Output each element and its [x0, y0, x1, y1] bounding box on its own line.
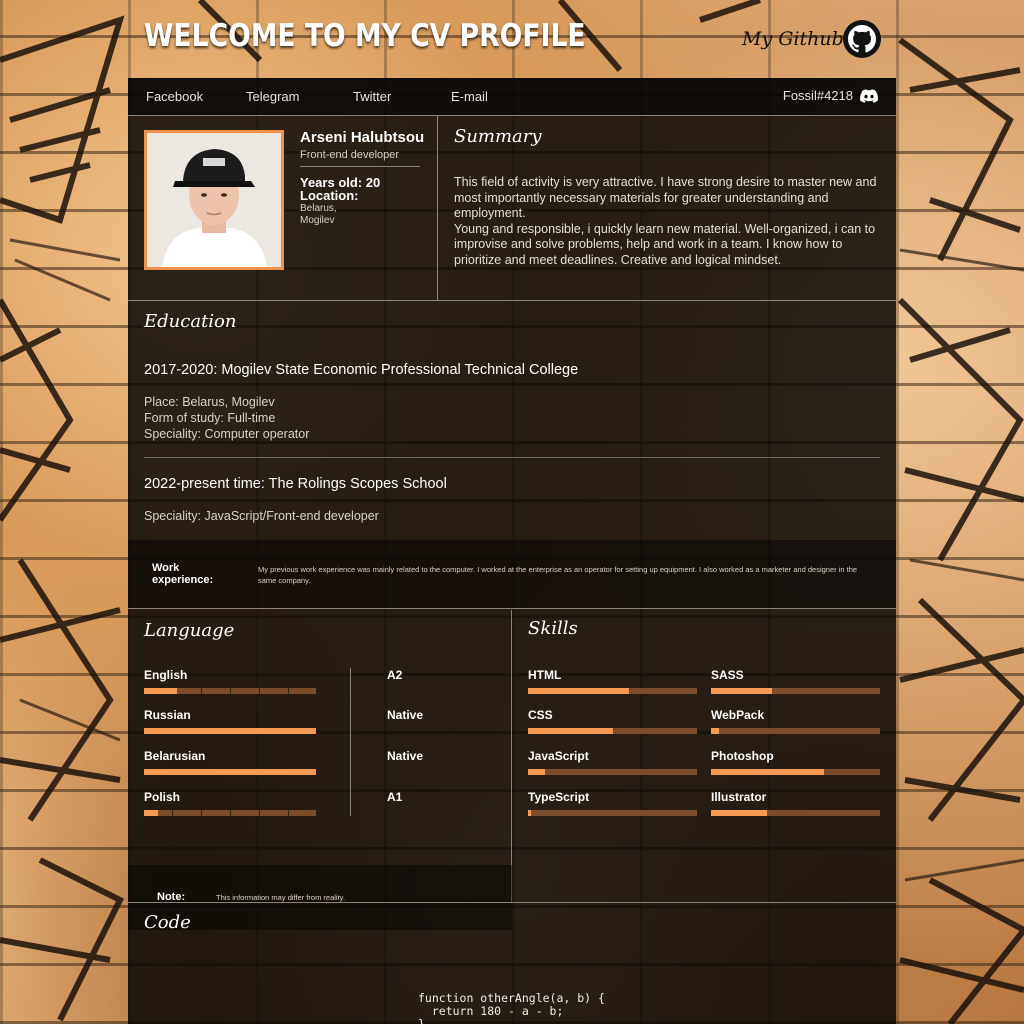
profile-photo: [144, 130, 284, 270]
education-entry-heading: 2017-2020: Mogilev State Economic Profes…: [144, 362, 579, 378]
page-header: WELCOME TO MY CV PROFILE My Github: [0, 0, 1024, 78]
social-nav: Facebook Telegram Twitter E-mail Fossil#…: [128, 78, 896, 116]
education-detail: Form of study: Full-time: [144, 411, 276, 425]
skills-section: Skills HTML SASS CSS WebPack JavaScript Photo…: [512, 610, 896, 902]
skill-name: Photoshop: [711, 749, 774, 763]
language-level-bar: [144, 728, 316, 734]
skill-name: SASS: [711, 668, 744, 682]
skill-level-bar: [711, 728, 880, 734]
language-name: Polish: [144, 790, 181, 804]
skill-name: WebPack: [711, 708, 765, 722]
profile-divider: [300, 166, 420, 167]
summary-section: Summary This field of activity is very a…: [438, 116, 896, 300]
skill-level-bar: [528, 688, 697, 694]
code-snippet: function otherAngle(a, b) { return 180 -…: [418, 991, 605, 1024]
work-experience-text: My previous work experience was mainly r…: [258, 565, 858, 585]
discord-contact[interactable]: Fossil#4218: [783, 88, 878, 103]
language-level-fill: [144, 688, 177, 694]
skill-level-bar: [528, 728, 697, 734]
education-detail: Speciality: JavaScript/Front-end develop…: [144, 509, 379, 523]
skill-name: HTML: [528, 668, 562, 682]
language-level-text: Native: [387, 708, 424, 722]
section-divider: [128, 608, 896, 609]
note-text: This information may differ from reality…: [216, 893, 345, 902]
skill-level-fill: [528, 810, 532, 816]
skill-name: TypeScript: [528, 790, 590, 804]
skill-level-fill: [711, 728, 720, 734]
language-level-fill: [144, 728, 316, 734]
language-name: Belarusian: [144, 749, 206, 763]
section-divider: [128, 300, 896, 301]
education-title: Education: [144, 311, 237, 332]
profile-role: Front-end developer: [300, 149, 400, 161]
skill-level-fill: [528, 728, 613, 734]
education-detail: Place: Belarus, Mogilev: [144, 395, 275, 409]
skills-title: Skills: [528, 618, 578, 639]
skill-level-bar: [528, 810, 697, 816]
summary-title: Summary: [454, 126, 542, 147]
language-level-fill: [144, 769, 316, 775]
github-link[interactable]: My Github: [742, 28, 844, 50]
code-title: Code: [144, 912, 191, 933]
nav-link-telegram[interactable]: Telegram: [246, 89, 299, 104]
language-level-bar: [144, 769, 316, 775]
language-level-bar: [144, 688, 316, 694]
skill-level-fill: [528, 688, 630, 694]
language-level-text: A2: [387, 668, 403, 682]
discord-tag: Fossil#4218: [782, 88, 853, 103]
language-section: Language English A2 Russian Native Belarusia…: [128, 610, 512, 930]
cv-card: Facebook Telegram Twitter E-mail Fossil#…: [128, 78, 896, 1024]
location-label: Location:: [300, 188, 359, 203]
summary-text: This field of activity is very attractiv…: [454, 175, 882, 269]
work-experience-block: Work experience: My previous work experi…: [128, 540, 896, 608]
skill-level-fill: [528, 769, 545, 775]
section-divider: [128, 902, 896, 903]
location-city: Mogilev: [300, 215, 335, 226]
education-divider: [144, 457, 880, 458]
skill-level-fill: [711, 769, 825, 775]
education-detail: Speciality: Computer operator: [144, 427, 310, 441]
skill-name: JavaScript: [528, 749, 589, 763]
language-level-bar: [144, 810, 316, 816]
language-level-fill: [144, 810, 158, 816]
discord-icon: [860, 88, 878, 103]
skill-name: CSS: [528, 708, 553, 722]
work-experience-label: Work experience:: [152, 562, 214, 586]
skill-level-bar: [528, 769, 697, 775]
nav-link-facebook[interactable]: Facebook: [146, 89, 203, 104]
education-entry-heading: 2022-present time: The Rolings Scopes Sc…: [144, 476, 447, 492]
language-level-text: A1: [387, 790, 403, 804]
github-icon[interactable]: [843, 20, 881, 58]
skill-level-bar: [711, 810, 880, 816]
language-name: English: [144, 668, 188, 682]
page-title: WELCOME TO MY CV PROFILE: [144, 18, 586, 54]
skill-name: Illustrator: [711, 790, 767, 804]
summary-paragraph: This field of activity is very attractiv…: [454, 175, 877, 267]
language-name: Russian: [144, 708, 191, 722]
profile-section: Arseni Halubtsou Front-end developer Yea…: [128, 116, 438, 300]
skill-level-bar: [711, 688, 880, 694]
nav-link-twitter[interactable]: Twitter: [353, 89, 391, 104]
language-level-text: Native: [387, 749, 424, 763]
language-title: Language: [144, 620, 235, 641]
location-country: Belarus,: [300, 203, 337, 214]
skill-level-fill: [711, 688, 772, 694]
nav-link-email[interactable]: E-mail: [451, 89, 488, 104]
profile-name: Arseni Halubtsou: [300, 129, 425, 146]
skill-level-fill: [711, 810, 767, 816]
language-divider: [350, 668, 351, 816]
skill-level-bar: [711, 769, 880, 775]
